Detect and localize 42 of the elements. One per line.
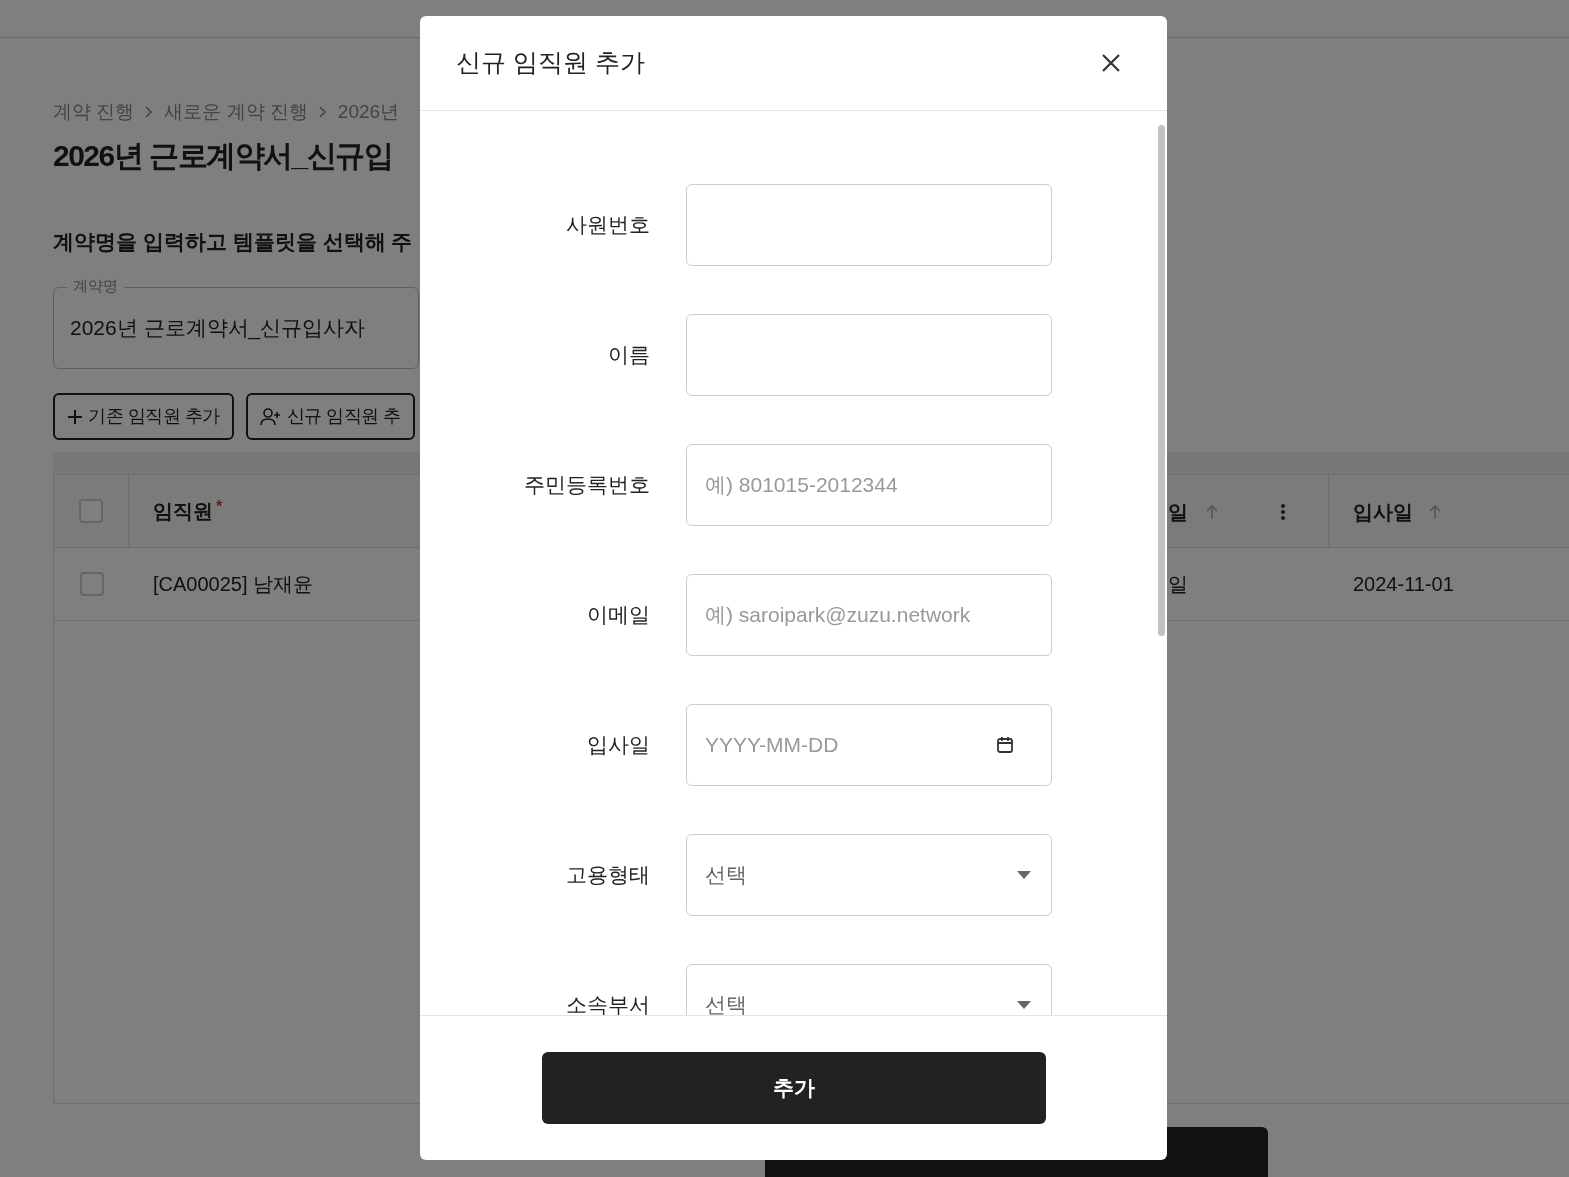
more-icon[interactable] <box>1280 502 1286 521</box>
column-header: 입사일 <box>1353 499 1413 525</box>
close-icon <box>1101 53 1121 73</box>
field-label: 이메일 <box>586 602 650 629</box>
add-person-icon <box>259 407 282 426</box>
checkbox[interactable] <box>79 499 103 523</box>
add-new-button[interactable]: 신규 임직원 추 <box>245 393 415 440</box>
input-field[interactable] <box>686 314 1052 396</box>
dropdown[interactable]: 선택 <box>686 834 1052 916</box>
caret-icon <box>1017 871 1031 879</box>
field-label: 고용형태 <box>565 862 650 889</box>
add-button[interactable]: 추가 <box>541 1052 1046 1124</box>
breadcrumb-link[interactable]: 2026년 <box>337 98 400 127</box>
table-cell-text: [CA00025] 남재윤 <box>152 572 314 597</box>
required-mark: * <box>216 497 223 517</box>
input-field[interactable] <box>686 184 1052 266</box>
field-label: 입사일 <box>586 732 650 759</box>
breadcrumb-link[interactable]: 계약 진행 <box>53 98 135 127</box>
page-title: 2026년 근로계약서_신규입 <box>53 137 393 174</box>
column-header: 일 <box>1168 499 1188 525</box>
column-header: 임직원 <box>153 499 213 524</box>
add-existing-button[interactable]: 기존 임직원 추가 <box>53 393 234 440</box>
close-button[interactable] <box>1101 53 1121 73</box>
sort-arrow-icon[interactable] <box>1204 503 1220 520</box>
caret-icon <box>1017 1001 1031 1009</box>
table-cell-text: 2024-11-01 <box>1353 572 1454 597</box>
input-field[interactable]: 예) 801015-2012344 <box>686 444 1052 526</box>
section-heading: 계약명을 입력하고 템플릿을 선택해 주 <box>53 228 413 255</box>
table-cell-text: 일 <box>1168 572 1188 597</box>
field-label: 소속부서 <box>565 992 650 1015</box>
field-label: 주민등록번호 <box>523 472 650 499</box>
field-label: 이름 <box>607 342 650 369</box>
calendar-icon[interactable] <box>996 736 1014 754</box>
dialog-title: 신규 임직원 추가 <box>456 47 645 79</box>
sort-arrow-icon[interactable] <box>1427 503 1443 520</box>
input-field[interactable]: 예) saroipark@zuzu.network <box>686 574 1052 656</box>
date-field[interactable]: YYYY-MM-DD <box>686 704 1052 786</box>
plus-icon <box>67 408 83 425</box>
checkbox[interactable] <box>79 572 104 596</box>
field-label: 사원번호 <box>565 212 650 239</box>
dropdown[interactable]: 선택 <box>686 964 1052 1015</box>
breadcrumb-link[interactable]: 새로운 계약 진행 <box>164 98 308 127</box>
